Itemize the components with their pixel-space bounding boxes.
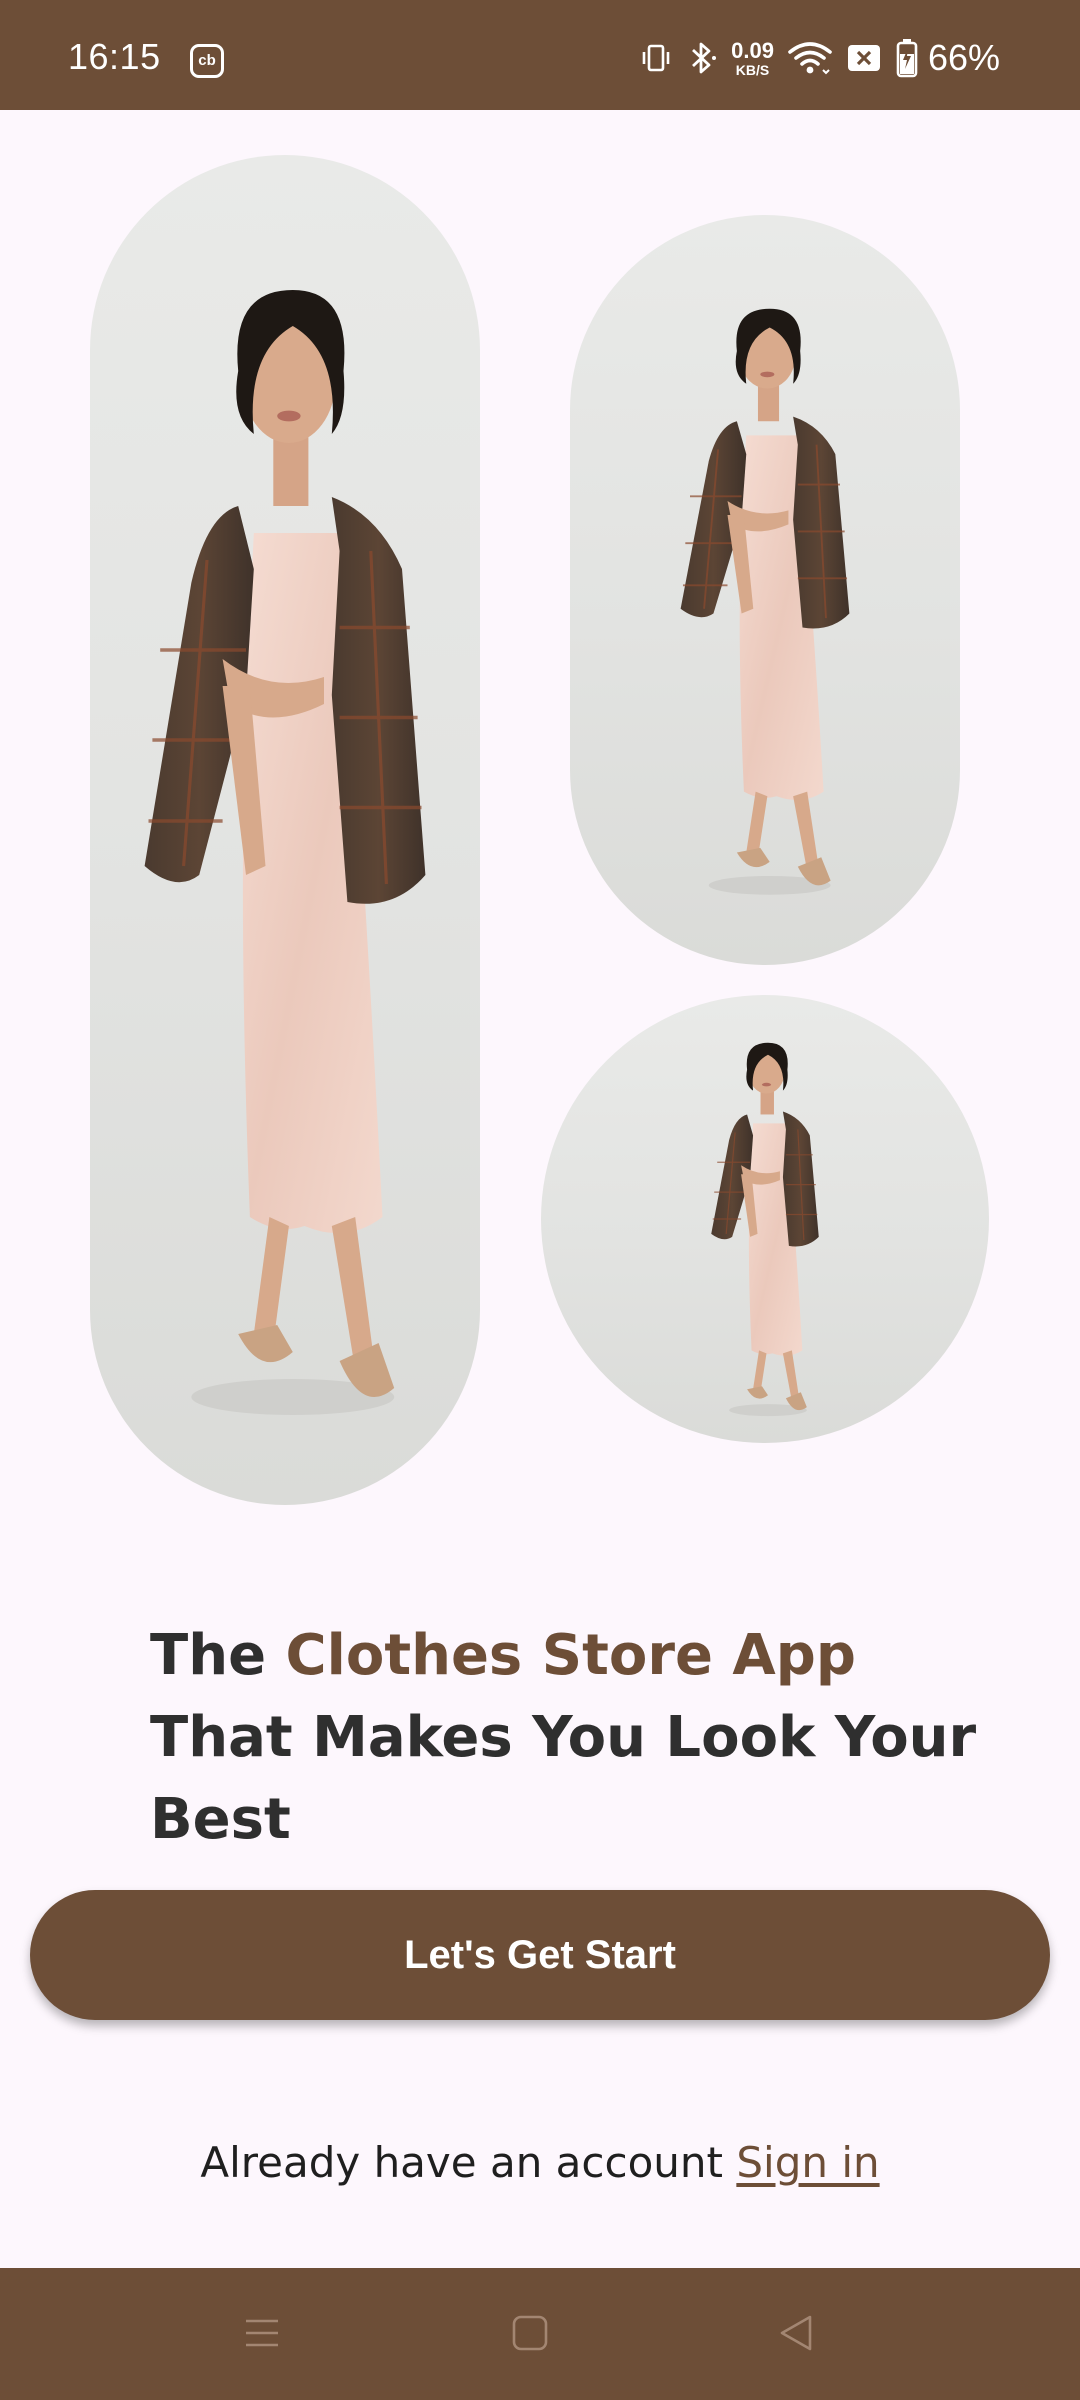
home-icon — [510, 2313, 550, 2357]
get-started-button[interactable]: Let's Get Start — [30, 1890, 1050, 2020]
vibrate-icon — [639, 41, 673, 75]
bluetooth-icon — [687, 40, 717, 76]
recents-button[interactable] — [222, 2298, 302, 2372]
headline-highlight: Clothes Store App — [285, 1623, 856, 1688]
status-icons: 0.09 KB/S 66% — [639, 37, 1000, 78]
home-button[interactable] — [490, 2298, 570, 2372]
back-icon — [776, 2313, 816, 2357]
model-photo-pill — [570, 215, 960, 965]
battery-percent: 66% — [927, 37, 1000, 78]
menu-icon — [242, 2313, 282, 2357]
back-button[interactable] — [756, 2298, 836, 2372]
status-bar: 16:15 cb 0.09 KB/S 66% — [0, 0, 1080, 110]
sim-off-icon — [846, 42, 882, 74]
network-speed: 0.09 KB/S — [731, 37, 774, 78]
signin-prompt-text: Already have an account — [200, 2138, 737, 2187]
app-notification-icon: cb — [190, 44, 224, 78]
headline-suffix: That Makes You Look Your Best — [150, 1705, 977, 1852]
network-speed-value: 0.09 — [731, 37, 774, 63]
welcome-headline: The Clothes Store App That Makes You Loo… — [150, 1615, 990, 1861]
welcome-screen: 16:15 cb 0.09 KB/S 66% The Clothes Store… — [0, 0, 1080, 2400]
battery-charging-icon — [896, 38, 918, 78]
status-time: 16:15 — [68, 36, 161, 77]
headline-prefix: The — [150, 1623, 286, 1688]
model-photo-circle — [541, 995, 989, 1443]
model-photo-tall — [90, 155, 480, 1505]
signin-link[interactable]: Sign in — [736, 2138, 879, 2187]
wifi-icon — [788, 40, 832, 76]
system-nav-bar — [0, 2268, 1080, 2400]
signin-prompt: Already have an account Sign in — [0, 2138, 1080, 2187]
network-speed-unit: KB/S — [735, 61, 770, 78]
